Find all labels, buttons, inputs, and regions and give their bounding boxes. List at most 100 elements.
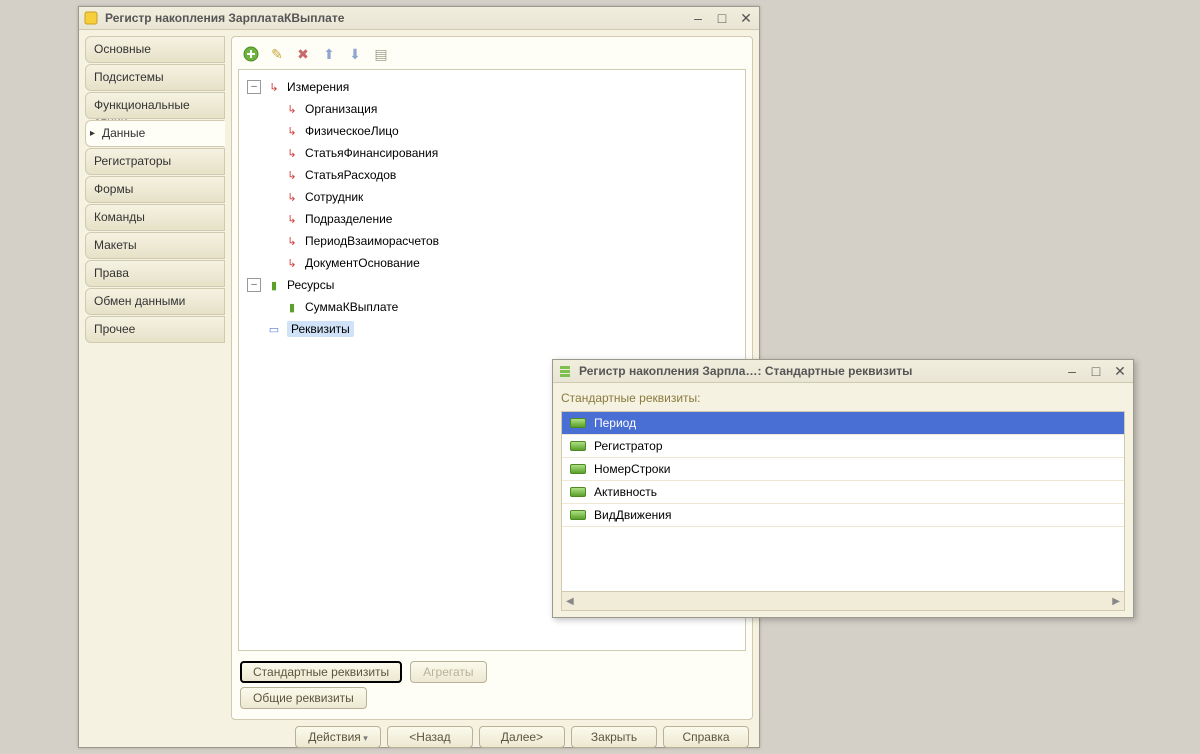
tab-registrators[interactable]: Регистраторы xyxy=(85,148,225,175)
popup-title: Регистр накопления Зарпла…: Стандартные … xyxy=(579,364,1063,378)
tab-exchange[interactable]: Обмен данными xyxy=(85,288,225,315)
footer-bar: Действия <Назад Далее> Закрыть Справка xyxy=(79,720,759,754)
common-attributes-button[interactable]: Общие реквизиты xyxy=(240,687,367,709)
tree-node-label: СуммаКВыплате xyxy=(305,300,398,314)
tree-node[interactable]: ▮ СуммаКВыплате xyxy=(281,296,741,318)
dimension-icon: ↳ xyxy=(285,191,299,204)
tree-node[interactable]: ↳ Подразделение xyxy=(281,208,741,230)
list-item-label: Регистратор xyxy=(594,439,663,453)
dimension-icon: ↳ xyxy=(285,125,299,138)
tree-node-label: Подразделение xyxy=(305,212,392,226)
main-titlebar[interactable]: Регистр накопления ЗарплатаКВыплате – □ … xyxy=(79,7,759,30)
panel-buttons: Стандартные реквизиты Агрегаты xyxy=(238,651,746,687)
tree-node-label: Организация xyxy=(305,102,377,116)
tree-node-dimensions[interactable]: – ↳ Измерения xyxy=(243,76,741,98)
tab-main[interactable]: Основные xyxy=(85,36,225,63)
tab-label: Основные xyxy=(94,42,151,56)
move-up-icon[interactable]: ⬆ xyxy=(320,45,338,63)
maximize-button[interactable]: □ xyxy=(713,10,731,26)
tree-node-resources[interactable]: – ▮ Ресурсы xyxy=(243,274,741,296)
popup-minimize-button[interactable]: – xyxy=(1063,363,1081,379)
sidebar-tabs: Основные Подсистемы Функциональные опции… xyxy=(85,36,225,720)
tab-subsystems[interactable]: Подсистемы xyxy=(85,64,225,91)
tab-label: Регистраторы xyxy=(94,154,171,168)
dimension-icon: ↳ xyxy=(285,235,299,248)
resource-root-icon: ▮ xyxy=(267,279,281,292)
dimension-icon: ↳ xyxy=(285,169,299,182)
standard-attributes-button[interactable]: Стандартные реквизиты xyxy=(240,661,402,683)
popup-list[interactable]: Период Регистратор НомерСтроки Активност… xyxy=(561,411,1125,611)
scroll-right-icon[interactable]: ▶ xyxy=(1112,596,1120,607)
popup-icon xyxy=(557,363,573,379)
horizontal-scrollbar[interactable]: ◀ ▶ xyxy=(562,591,1124,610)
tab-forms[interactable]: Формы xyxy=(85,176,225,203)
close-button[interactable]: ✕ xyxy=(737,10,755,26)
list-item[interactable]: НомерСтроки xyxy=(562,458,1124,481)
tab-label: Прочее xyxy=(94,322,135,336)
tree-node-label: ПериодВзаиморасчетов xyxy=(305,234,439,248)
tree-node[interactable]: ↳ ДокументОснование xyxy=(281,252,741,274)
tree-node[interactable]: ↳ СтатьяФинансирования xyxy=(281,142,741,164)
tab-label: Команды xyxy=(94,210,145,224)
expand-icon[interactable]: – xyxy=(247,80,261,94)
aggregates-button[interactable]: Агрегаты xyxy=(410,661,486,683)
dimension-icon: ↳ xyxy=(285,213,299,226)
tab-label: Подсистемы xyxy=(94,70,164,84)
edit-icon[interactable]: ✎ xyxy=(268,45,286,63)
list-item[interactable]: Регистратор xyxy=(562,435,1124,458)
resource-icon: ▮ xyxy=(285,301,299,314)
dimension-icon: ↳ xyxy=(285,147,299,160)
field-icon xyxy=(570,510,586,520)
popup-maximize-button[interactable]: □ xyxy=(1087,363,1105,379)
popup-titlebar[interactable]: Регистр накопления Зарпла…: Стандартные … xyxy=(553,360,1133,383)
next-button[interactable]: Далее> xyxy=(479,726,565,748)
tab-templates[interactable]: Макеты xyxy=(85,232,225,259)
tree-node-label: Реквизиты xyxy=(287,321,354,337)
list-item-label: НомерСтроки xyxy=(594,462,670,476)
tree-node-label: ФизическоеЛицо xyxy=(305,124,399,138)
list-item-label: Период xyxy=(594,416,636,430)
tree-node[interactable]: ↳Сотрудник xyxy=(281,186,741,208)
popup-window: Регистр накопления Зарпла…: Стандартные … xyxy=(552,359,1134,618)
tree-node[interactable]: ↳ ФизическоеЛицо xyxy=(281,120,741,142)
tab-functional-options[interactable]: Функциональные опции xyxy=(85,92,225,119)
list-icon[interactable]: ▤ xyxy=(372,45,390,63)
tree-node-label: ДокументОснование xyxy=(305,256,420,270)
tree-node-label: Ресурсы xyxy=(287,278,334,292)
tab-rights[interactable]: Права xyxy=(85,260,225,287)
tab-other[interactable]: Прочее xyxy=(85,316,225,343)
back-button[interactable]: <Назад xyxy=(387,726,473,748)
popup-close-button[interactable]: ✕ xyxy=(1111,363,1129,379)
dimension-icon: ↳ xyxy=(285,103,299,116)
tab-label: Права xyxy=(94,266,129,280)
tree-node[interactable]: ↳ ПериодВзаиморасчетов xyxy=(281,230,741,252)
tree-node-label: СтатьяФинансирования xyxy=(305,146,438,160)
tab-commands[interactable]: Команды xyxy=(85,204,225,231)
minimize-button[interactable]: – xyxy=(689,10,707,26)
list-item[interactable]: ВидДвижения xyxy=(562,504,1124,527)
toolbar: ✎ ✖ ⬆ ⬇ ▤ xyxy=(238,43,746,69)
field-icon xyxy=(570,487,586,497)
list-item[interactable]: Активность xyxy=(562,481,1124,504)
close-footer-button[interactable]: Закрыть xyxy=(571,726,657,748)
tree-node[interactable]: ↳ Организация xyxy=(281,98,741,120)
tab-label: Данные xyxy=(102,126,145,140)
delete-icon[interactable]: ✖ xyxy=(294,45,312,63)
list-item[interactable]: Период xyxy=(562,412,1124,435)
add-icon[interactable] xyxy=(242,45,260,63)
move-down-icon[interactable]: ⬇ xyxy=(346,45,364,63)
field-icon xyxy=(570,418,586,428)
dimension-icon: ↳ xyxy=(285,257,299,270)
tab-label: Макеты xyxy=(94,238,137,252)
tree-node-attributes[interactable]: ▭ Реквизиты xyxy=(243,318,741,340)
help-button[interactable]: Справка xyxy=(663,726,749,748)
scroll-left-icon[interactable]: ◀ xyxy=(566,596,574,607)
dimension-root-icon: ↳ xyxy=(267,81,281,94)
tab-label: Формы xyxy=(94,182,133,196)
actions-button[interactable]: Действия xyxy=(295,726,381,748)
tab-data[interactable]: Данные xyxy=(85,120,225,147)
expand-icon[interactable]: – xyxy=(247,278,261,292)
field-icon xyxy=(570,464,586,474)
list-item-label: Активность xyxy=(594,485,657,499)
tree-node[interactable]: ↳СтатьяРасходов xyxy=(281,164,741,186)
